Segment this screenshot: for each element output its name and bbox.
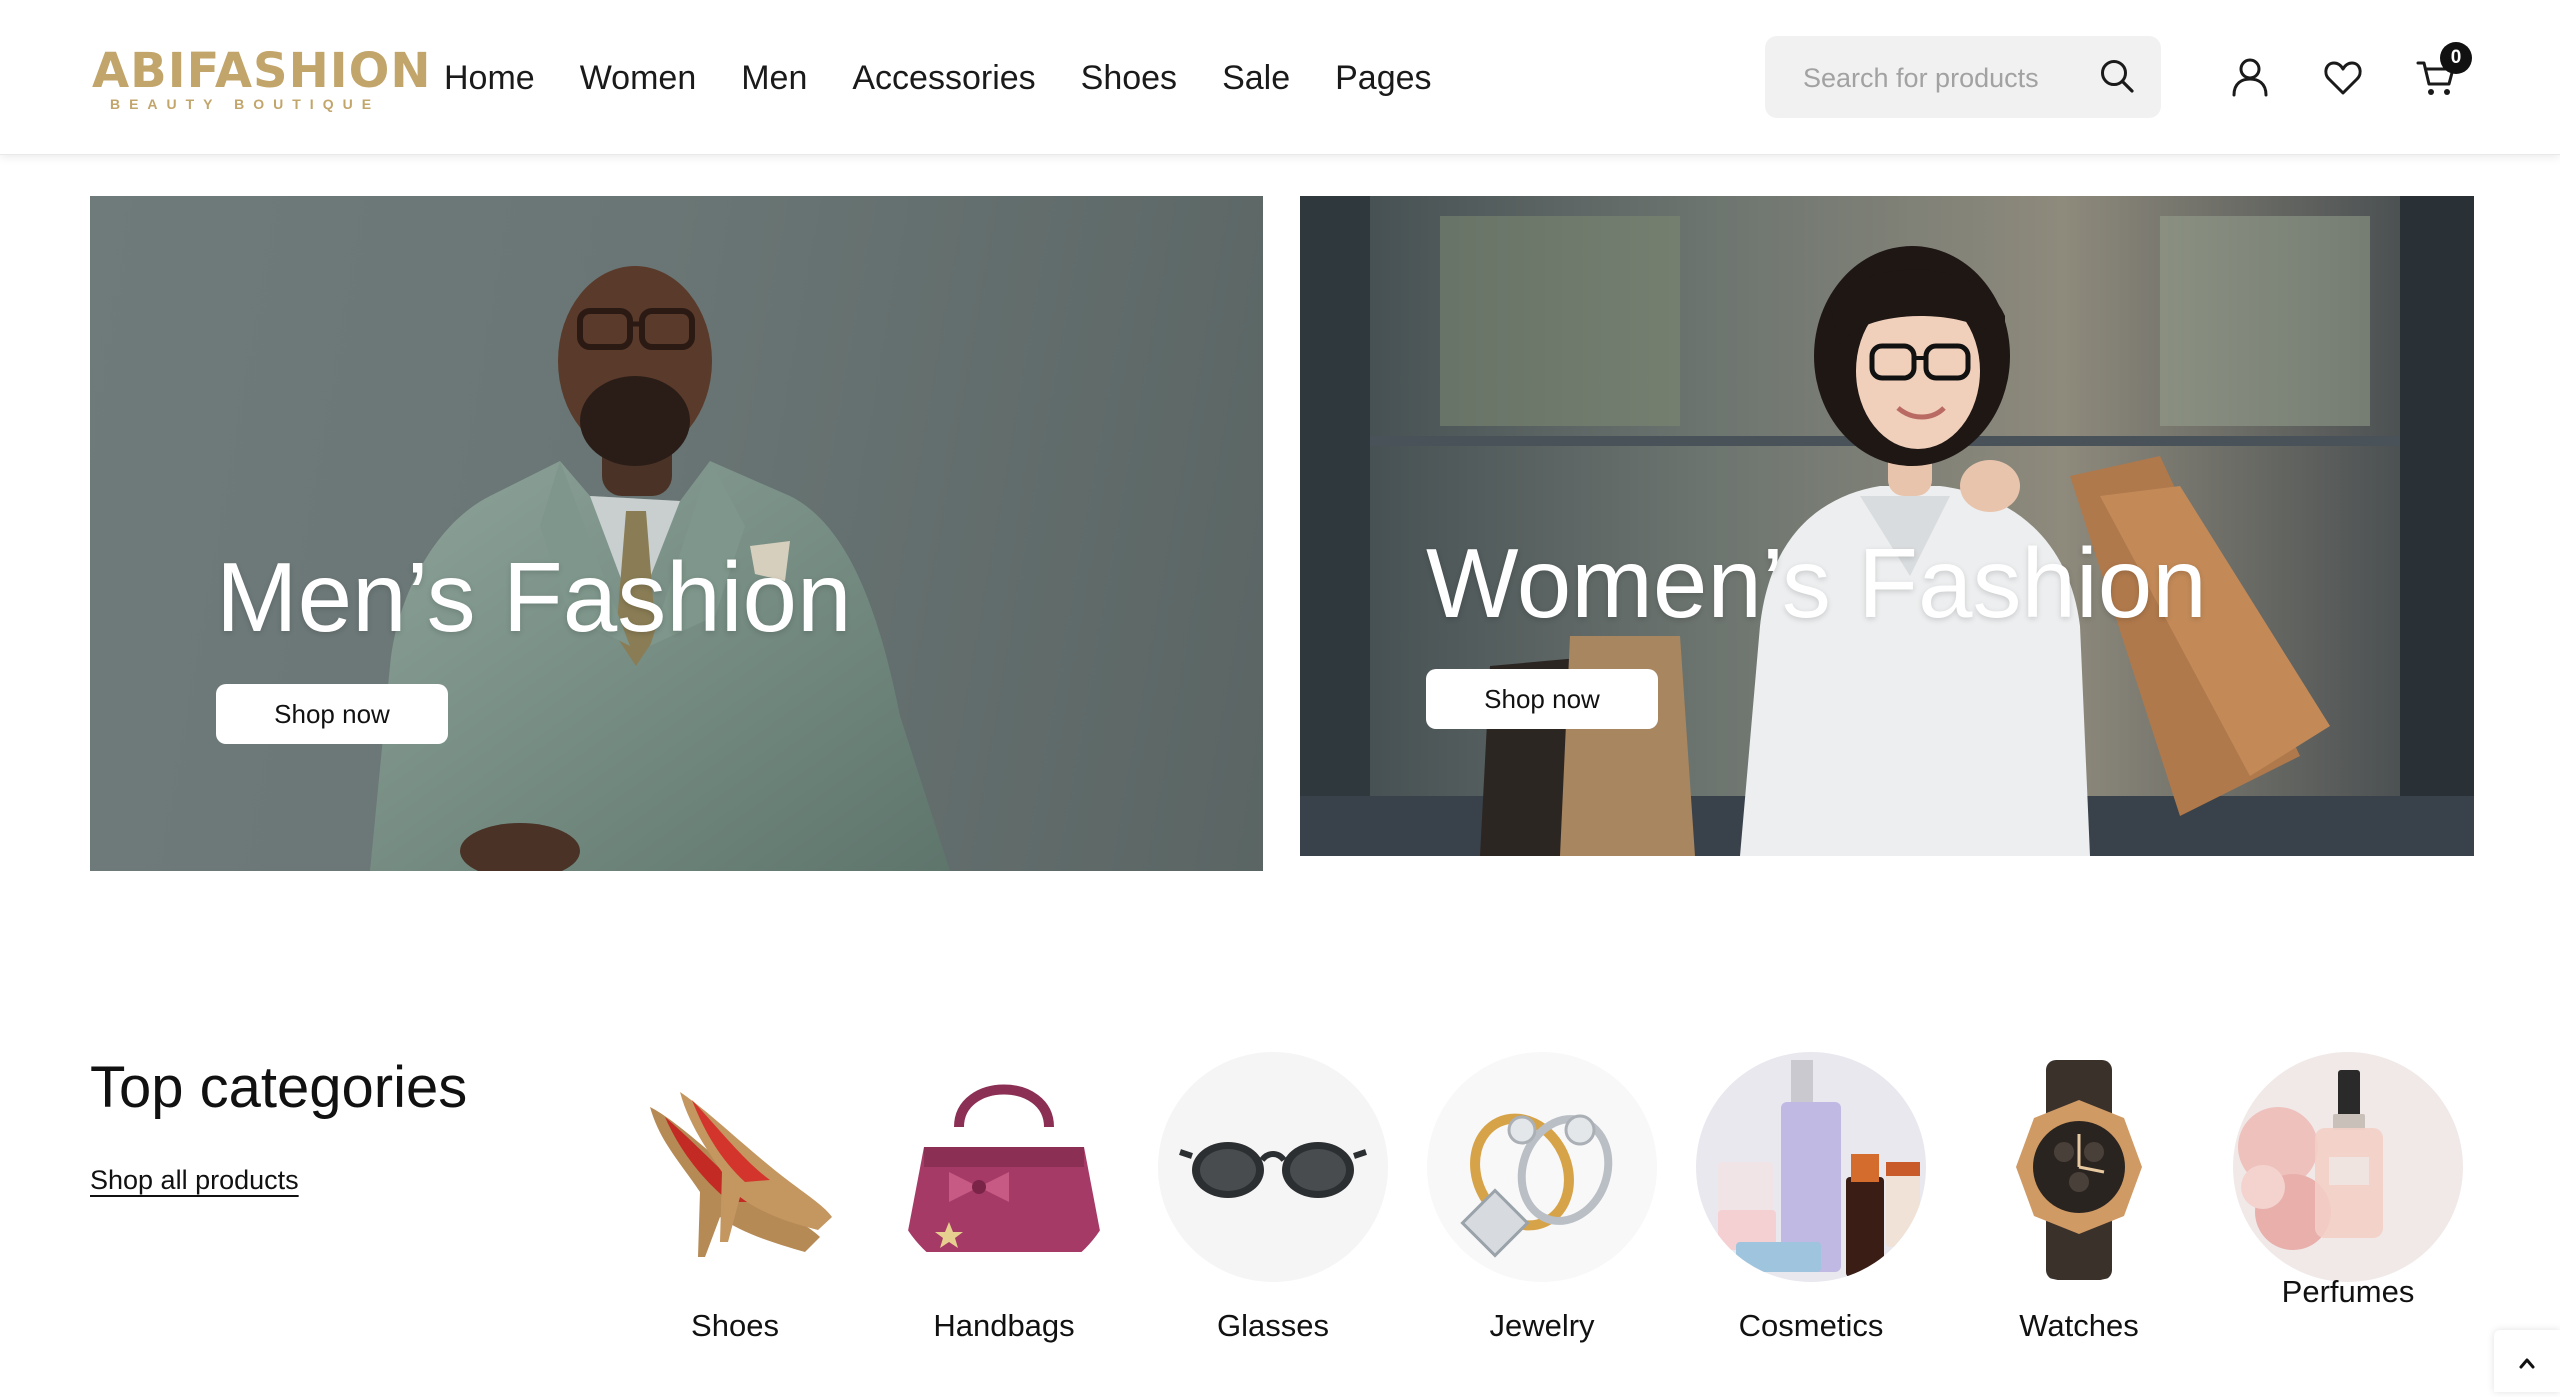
woman-with-shopping-bags-image: [1300, 196, 2474, 856]
category-label: Shoes: [691, 1308, 779, 1343]
banner-title: Men’s Fashion: [216, 542, 852, 652]
user-icon[interactable]: [2228, 55, 2272, 99]
man-in-suit-image: [370, 266, 950, 871]
cart-count-badge: 0: [2440, 42, 2472, 74]
cosmetics-image: [1696, 1052, 1926, 1282]
mens-fashion-banner[interactable]: Men’s Fashion Shop now: [90, 196, 1263, 871]
chevron-up-icon: [2519, 1358, 2535, 1369]
logo-tagline: BEAUTY BOUTIQUE: [109, 96, 381, 112]
nav-shoes[interactable]: Shoes: [1081, 54, 1177, 102]
shop-all-products-link[interactable]: Shop all products: [90, 1160, 299, 1200]
nav-women[interactable]: Women: [580, 54, 697, 102]
nav-home[interactable]: Home: [444, 54, 535, 102]
perfume-image: [2233, 1052, 2463, 1282]
search-icon[interactable]: [2097, 56, 2139, 98]
shoes-image: [620, 1052, 850, 1282]
category-label: Watches: [2019, 1308, 2139, 1343]
nav-accessories[interactable]: Accessories: [852, 54, 1035, 102]
main-nav: Home Women Men Accessories Shoes Sale Pa…: [444, 54, 1477, 102]
nav-sale[interactable]: Sale: [1222, 54, 1290, 102]
category-label: Handbags: [933, 1308, 1075, 1343]
category-label: Perfumes: [2281, 1274, 2415, 1309]
watch-image: [1964, 1052, 2194, 1282]
top-categories-heading: Top categories: [90, 1055, 468, 1120]
shop-now-button[interactable]: Shop now: [1426, 669, 1658, 729]
shop-now-button[interactable]: Shop now: [216, 684, 448, 744]
nav-pages[interactable]: Pages: [1335, 54, 1431, 102]
category-label: Jewelry: [1489, 1308, 1595, 1343]
category-label: Cosmetics: [1738, 1308, 1884, 1343]
womens-fashion-banner[interactable]: Women’s Fashion Shop now: [1300, 196, 2474, 856]
handbag-image: [889, 1052, 1119, 1282]
search-input[interactable]: [1801, 56, 2085, 100]
banner-title: Women’s Fashion: [1426, 528, 2207, 638]
rings-image: [1427, 1052, 1657, 1282]
logo-wordmark: ABIFASHION: [92, 43, 432, 99]
site-header: ABIFASHION BEAUTY BOUTIQUE Home Women Me…: [0, 0, 2560, 155]
nav-men[interactable]: Men: [741, 54, 807, 102]
scroll-to-top-button[interactable]: [2494, 1330, 2560, 1392]
search-box: [1765, 36, 2161, 118]
category-label: Glasses: [1217, 1308, 1329, 1343]
logo[interactable]: ABIFASHION BEAUTY BOUTIQUE: [92, 43, 432, 116]
glasses-image: [1158, 1052, 1388, 1282]
heart-icon[interactable]: [2321, 56, 2365, 100]
